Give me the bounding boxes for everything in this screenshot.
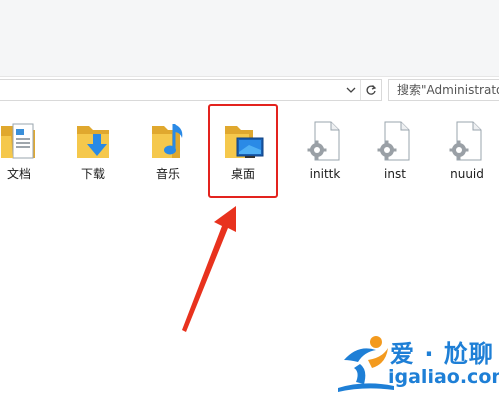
refresh-icon — [366, 85, 376, 95]
file-item-music[interactable]: 音乐 — [133, 118, 203, 188]
watermark-en-text: igaliao.com — [388, 366, 499, 388]
file-item-downloads[interactable]: 下载 — [58, 118, 128, 188]
file-item-inittk[interactable]: inittk — [290, 118, 360, 188]
ribbon-area — [0, 0, 499, 76]
address-history-dropdown[interactable] — [343, 80, 359, 100]
refresh-button[interactable] — [360, 80, 380, 100]
file-label: inst — [384, 167, 406, 181]
file-item-documents[interactable]: 文档 — [0, 118, 54, 188]
chevron-down-icon — [346, 87, 356, 93]
file-label: 文档 — [6, 167, 31, 181]
ribbon-divider — [0, 76, 499, 77]
system-file-icon — [307, 121, 340, 161]
file-label: nuuid — [450, 167, 484, 181]
runner-logo-icon — [338, 336, 394, 392]
system-file-icon — [449, 121, 482, 161]
file-label: 下载 — [80, 167, 105, 181]
watermark: 爱 · 尬聊 igaliao.com — [338, 330, 499, 392]
file-label: inittk — [309, 167, 341, 181]
highlight-box — [208, 104, 278, 198]
file-label: 音乐 — [155, 167, 180, 181]
file-item-nuuid[interactable]: nuuid — [432, 118, 499, 188]
music-folder-icon — [152, 124, 183, 158]
address-bar[interactable] — [0, 79, 382, 101]
file-item-inst[interactable]: inst — [360, 118, 430, 188]
search-input[interactable]: 搜索"Administrato — [388, 79, 499, 101]
documents-folder-icon — [1, 123, 35, 159]
downloads-folder-icon — [77, 126, 109, 158]
watermark-cn-text: 爱 · 尬聊 — [390, 340, 494, 368]
system-file-icon — [377, 121, 410, 161]
